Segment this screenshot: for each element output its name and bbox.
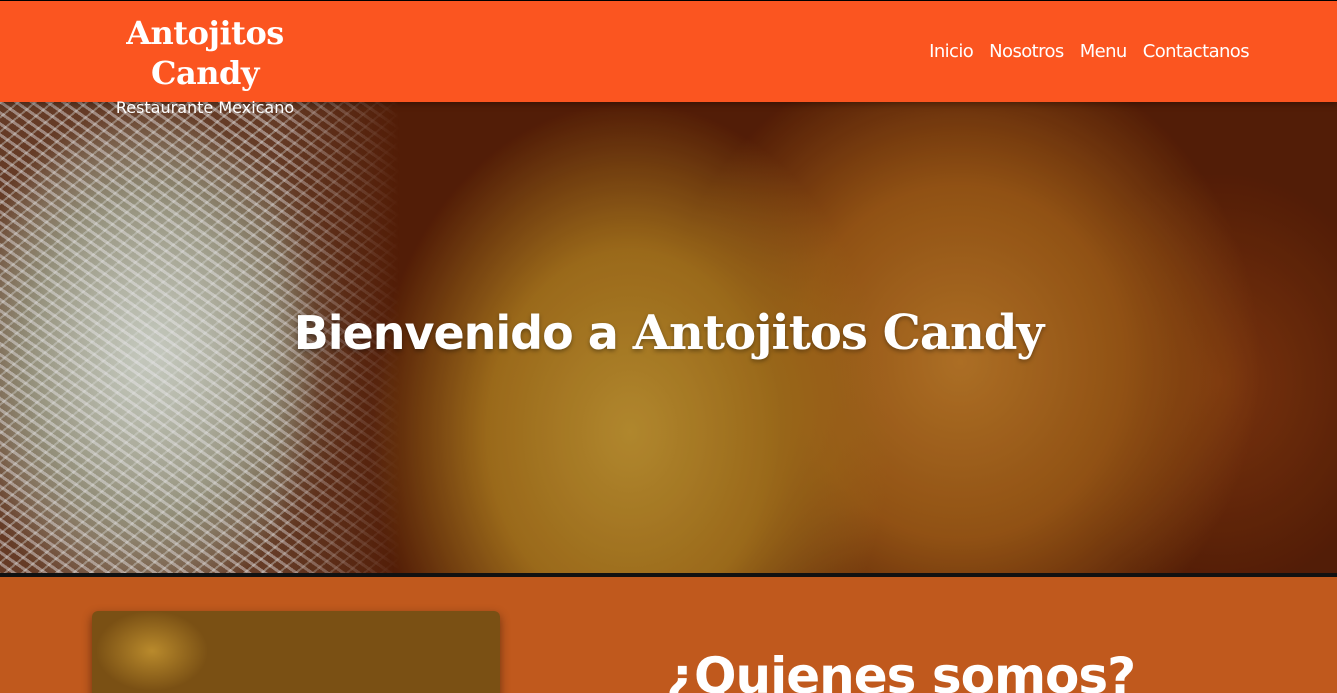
nav-link-nosotros[interactable]: Nosotros [989,41,1064,62]
nav-link-menu[interactable]: Menu [1080,41,1128,62]
main-nav: Inicio Nosotros Menu Contactanos [929,41,1249,62]
nav-link-contactanos[interactable]: Contactanos [1143,41,1250,62]
about-photo [92,611,500,693]
brand-logo[interactable]: Antojitos Candy Restaurante Mexicano [74,13,336,118]
brand-subtitle: Restaurante Mexicano [115,98,295,117]
brand-title: Antojitos Candy [126,14,284,92]
about-section: ¿Quienes somos? [0,577,1337,693]
nav-link-inicio[interactable]: Inicio [929,41,974,62]
hero-title-brand: Antojitos Candy [632,305,1045,361]
hero-title-prefix: Bienvenido a [293,306,633,360]
site-header: Antojitos Candy Restaurante Mexicano Ini… [0,1,1337,117]
about-title: ¿Quienes somos? [666,647,1136,693]
hero-title: Bienvenido a Antojitos Candy [0,305,1337,361]
hero-banner: Bienvenido a Antojitos Candy [0,102,1337,573]
